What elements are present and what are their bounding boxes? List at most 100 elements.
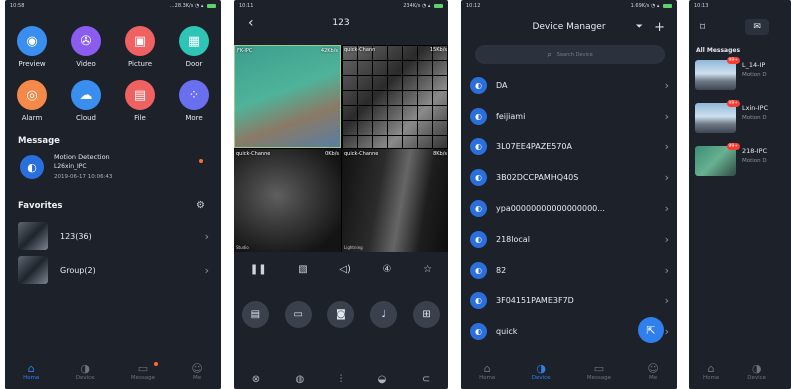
alarm-icon: ◎ <box>17 80 47 110</box>
video-tile-3[interactable]: quick-Channe 0Kb/s Studio <box>234 149 341 252</box>
favorite-thumbnail <box>18 256 48 284</box>
equalizer-icon[interactable]: ⫶ <box>340 374 343 385</box>
tab-me[interactable]: ☺ Me <box>191 362 203 382</box>
header: Device Manager ⏷ + <box>461 16 677 38</box>
bookmark-icon[interactable]: ⌑ <box>700 22 705 33</box>
record-icon[interactable]: ▭ <box>284 301 312 328</box>
color-icon[interactable]: ◍ <box>296 374 305 385</box>
tab-message[interactable]: ▭ Message <box>587 363 611 382</box>
section-title: All Messages <box>696 47 741 54</box>
app-file[interactable]: ▤ File <box>113 80 167 122</box>
header: ‹ 123 <box>234 12 448 34</box>
image-icon[interactable]: ▧ <box>298 264 307 275</box>
tab-message[interactable]: ▭ Message <box>131 362 158 381</box>
device-item[interactable]: ◐ 218local › <box>461 224 677 255</box>
favorite-item[interactable]: 123(36) › <box>5 219 221 253</box>
app-label: Preview <box>18 60 46 68</box>
video-tile-2[interactable]: quick-Chann 15Kb/s <box>342 45 448 148</box>
star-icon[interactable]: ☆ <box>423 264 432 275</box>
favorites-list: 123(36) › Group(2) › <box>5 219 221 287</box>
message-subtitle: Motion D <box>742 72 767 78</box>
device-label: 3L07EE4PAZE570A <box>496 142 572 152</box>
tab-home[interactable]: ⌂ Home <box>703 363 719 382</box>
message-thumbnail: 99+ <box>695 57 740 90</box>
page-title: 123 <box>332 18 350 28</box>
badge-dot <box>153 362 158 366</box>
device-item[interactable]: ◐ 3B02DCCPAMHQ40S › <box>461 162 677 193</box>
chevron-right-icon: › <box>664 109 669 123</box>
search-icon: ⌕ <box>547 49 552 59</box>
device-item[interactable]: ◐ ypa00000000000000000... › <box>461 193 677 224</box>
tab-home[interactable]: ⌂ Home <box>479 363 495 382</box>
unread-count-badge: 99+ <box>726 57 740 64</box>
search-input[interactable]: ⌕ Search Device <box>475 45 665 64</box>
chevron-right-icon: › <box>204 229 209 243</box>
snapshot-icon[interactable]: ◙ <box>327 301 355 328</box>
message-title: 218-IPC <box>742 147 768 155</box>
app-cloud[interactable]: ☁ Cloud <box>59 80 113 122</box>
device-item[interactable]: ◐ feijiami › <box>461 101 677 132</box>
camera-icon: ◐ <box>470 200 487 218</box>
message-subtitle: Motion D <box>742 115 767 121</box>
device-label: DA <box>496 80 508 90</box>
playback-controls: ❚❚ ▧ ◁) ④ ☆ <box>234 257 448 281</box>
favorite-item[interactable]: Group(2) › <box>5 253 221 287</box>
split-screen-icon[interactable]: ④ <box>383 264 392 275</box>
ptz-icon[interactable]: ⊗ <box>252 374 260 385</box>
app-picture[interactable]: ▣ Picture <box>113 26 167 68</box>
app-door[interactable]: ▦ Door <box>167 26 221 68</box>
fisheye-icon[interactable]: ◒ <box>378 374 387 385</box>
mail-icon[interactable]: ✉ <box>745 19 770 35</box>
alarm-message-item[interactable]: 99+ Lxin-IPC Motion D <box>689 100 791 141</box>
device-icon: ◑ <box>751 362 762 375</box>
add-icon[interactable]: + <box>654 20 665 35</box>
alarm-message-item[interactable]: 99+ 218-IPC Motion D <box>689 143 791 184</box>
tab-device[interactable]: ◑ Device <box>532 363 551 382</box>
camera-icon: ◐ <box>470 292 487 310</box>
message-subtitle: Motion D <box>742 158 767 164</box>
app-preview[interactable]: ◉ Preview <box>5 26 59 68</box>
pause-icon[interactable]: ❚❚ <box>250 264 267 275</box>
device-item[interactable]: ◐ 82 › <box>461 255 677 286</box>
app-alarm[interactable]: ◎ Alarm <box>5 80 59 122</box>
message-thumbnail: 99+ <box>695 100 740 133</box>
speaker-icon[interactable]: ◁) <box>339 264 351 275</box>
user-icon: ☺ <box>191 362 203 375</box>
favorite-label: Group(2) <box>60 265 96 275</box>
chevron-right-icon: › <box>664 294 669 308</box>
latest-message[interactable]: ◐ Motion Detection L26xin_IPC 2019-06-17… <box>5 146 221 182</box>
filter-icon[interactable]: ⏷ <box>636 22 643 32</box>
layout-icon[interactable]: ⊞ <box>413 301 441 328</box>
settings-icon[interactable]: ⚙ <box>196 200 205 211</box>
favorites-header: Favorites ⚙ <box>5 200 221 211</box>
tab-device[interactable]: ◑ Device <box>747 362 766 382</box>
tab-device[interactable]: ◑ Device <box>76 362 95 382</box>
status-time: 10:12 <box>466 3 481 9</box>
video-tile-1[interactable]: FK-IPC 42Kb/s <box>234 45 341 148</box>
app-video[interactable]: ✇ Video <box>59 26 113 68</box>
video-tile-4[interactable]: quick-Channe 8Kb/s Lightning <box>342 149 448 252</box>
message-title: L_14-IP <box>742 61 766 69</box>
tab-home[interactable]: ⌂ Home <box>23 363 39 382</box>
film-icon[interactable]: ▤ <box>241 301 269 328</box>
device-item[interactable]: ◐ 3F04151PAME3F7D › <box>461 286 677 317</box>
share-button[interactable]: ⇱ <box>638 317 664 343</box>
app-more[interactable]: ⁘ More <box>167 80 221 122</box>
device-item[interactable]: ◐ 3L07EE4PAZE570A › <box>461 132 677 163</box>
light-icon[interactable]: ⊂ <box>422 374 430 385</box>
unread-count-badge: 99+ <box>726 100 740 107</box>
cloud-icon: ☁ <box>71 80 101 110</box>
tab-me[interactable]: ☺ Me <box>647 363 658 382</box>
device-item[interactable]: ◐ DA › <box>461 70 677 101</box>
message-device: L26xin_IPC <box>54 163 87 170</box>
back-icon[interactable]: ‹ <box>248 15 254 31</box>
alarm-message-item[interactable]: 99+ L_14-IP Motion D <box>689 57 791 98</box>
camera-icon: ◐ <box>470 323 487 341</box>
microphone-icon[interactable]: ♩ <box>370 301 398 328</box>
chevron-right-icon: › <box>664 140 669 154</box>
device-icon: ◑ <box>80 362 90 375</box>
app-label: Video <box>76 60 96 68</box>
status-indicators: ...28.3K/s ◔ ▴ <box>170 0 216 12</box>
app-label: Door <box>185 60 203 68</box>
camera-icon: ◐ <box>470 107 487 125</box>
